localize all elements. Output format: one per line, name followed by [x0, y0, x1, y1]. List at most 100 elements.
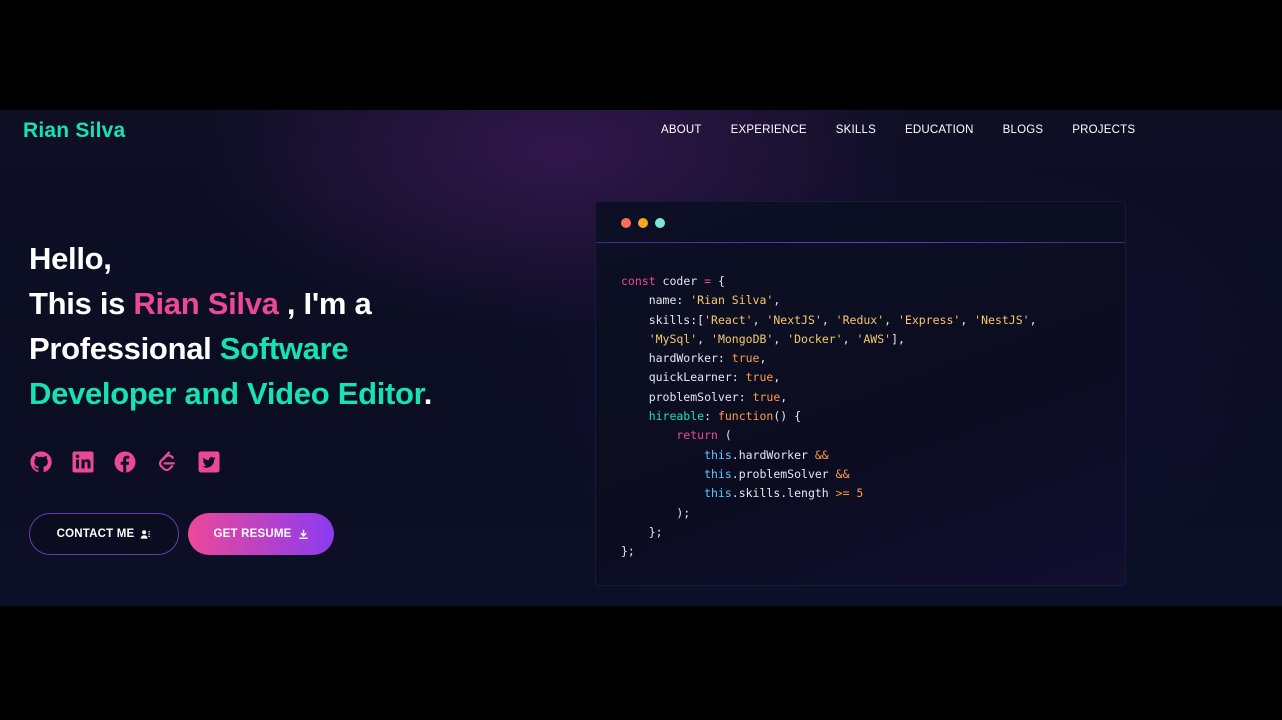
get-resume-label: GET RESUME — [213, 528, 292, 540]
code-token: 'AWS' — [856, 331, 892, 346]
nav-blogs[interactable]: BLOGS — [1003, 124, 1044, 136]
code-token: }; — [621, 524, 663, 539]
code-token: this — [621, 466, 732, 481]
hero-role-highlight-2: Developer and Video Editor — [29, 376, 424, 411]
hero-intro-suffix: , I'm a — [278, 286, 372, 321]
github-icon[interactable] — [29, 450, 53, 474]
code-token: && — [814, 447, 829, 462]
code-token: this — [621, 486, 732, 501]
code-token: , — [759, 351, 767, 366]
code-token: name: — [621, 293, 691, 308]
hero-heading: Hello, This is Rian Silva , I'm a Profes… — [29, 236, 432, 416]
social-links — [29, 450, 221, 474]
hero-line-2: This is Rian Silva , I'm a — [29, 281, 432, 326]
maximize-dot — [655, 218, 665, 228]
code-token: 'NestJS' — [974, 312, 1030, 327]
user-contact-icon — [141, 529, 151, 539]
code-token: hardWorker: — [621, 351, 732, 366]
nav-projects[interactable]: PROJECTS — [1072, 124, 1135, 136]
code-token: , — [842, 331, 857, 346]
linkedin-icon[interactable] — [71, 450, 95, 474]
close-dot — [621, 218, 631, 228]
code-token: .skills.length — [731, 486, 836, 501]
code-token: , — [1029, 312, 1037, 327]
letterbox-top — [0, 0, 1282, 110]
code-line: ); — [621, 504, 1037, 523]
code-line: hireable: function() { — [621, 407, 1037, 426]
code-token: quickLearner: — [621, 370, 746, 385]
code-token: , — [752, 312, 767, 327]
code-token: }; — [621, 544, 635, 559]
code-line: problemSolver: true, — [621, 388, 1037, 407]
code-line: }; — [621, 523, 1037, 542]
code-line: this.skills.length >= 5 — [621, 484, 1037, 503]
code-token: 5 — [849, 486, 864, 501]
nav-education[interactable]: EDUCATION — [905, 124, 974, 136]
hero-intro-text: This is — [29, 286, 134, 321]
hero-line-3: Professional Software — [29, 326, 432, 371]
code-token: 'Redux' — [835, 312, 885, 327]
code-token: 'Rian Silva' — [690, 293, 774, 308]
code-window-titlebar — [596, 202, 1125, 244]
code-token: , — [821, 312, 836, 327]
code-token: .problemSolver — [731, 466, 836, 481]
code-line: this.problemSolver && — [621, 465, 1037, 484]
minimize-dot — [638, 218, 648, 228]
code-token: , — [960, 312, 975, 327]
code-token: 'Express' — [898, 312, 961, 327]
code-line: quickLearner: true, — [621, 368, 1037, 387]
get-resume-button[interactable]: GET RESUME — [188, 513, 334, 555]
code-token: .hardWorker — [731, 447, 815, 462]
code-line: return ( — [621, 426, 1037, 445]
code-token: 'MySql' — [648, 331, 698, 346]
code-token: function — [717, 409, 774, 424]
code-line: name: 'Rian Silva', — [621, 291, 1037, 310]
code-token: , — [884, 312, 898, 327]
code-line: hardWorker: true, — [621, 349, 1037, 368]
nav-skills[interactable]: SKILLS — [836, 124, 876, 136]
window-dots — [621, 218, 665, 228]
code-token: 'React' — [704, 312, 753, 327]
code-token: skills:[ — [621, 312, 705, 327]
facebook-icon[interactable] — [113, 450, 137, 474]
leetcode-icon[interactable] — [155, 450, 179, 474]
portfolio-page: Rian Silva ABOUT EXPERIENCE SKILLS EDUCA… — [0, 110, 1282, 606]
code-line: this.hardWorker && — [621, 446, 1037, 465]
hero-name: Rian Silva — [133, 286, 279, 321]
code-window: const coder = { name: 'Rian Silva', skil… — [595, 201, 1126, 586]
code-token: , — [773, 370, 781, 385]
hero-role-suffix: . — [423, 376, 433, 411]
code-token: >= — [835, 486, 850, 501]
hero-role-highlight-1: Software — [219, 331, 349, 366]
code-token: 'NextJS' — [766, 312, 822, 327]
code-token: = — [704, 274, 712, 288]
contact-me-button[interactable]: CONTACT ME — [29, 513, 179, 555]
code-token: 'MongoDB' — [711, 331, 774, 346]
letterbox-bottom — [0, 606, 1282, 720]
code-line: }; — [621, 542, 1037, 561]
code-token: true — [731, 351, 760, 366]
code-token: : — [704, 409, 718, 424]
code-token: 'Docker' — [787, 331, 843, 346]
code-token: , — [780, 389, 788, 404]
code-token: () { — [773, 409, 802, 424]
site-logo[interactable]: Rian Silva — [23, 119, 125, 143]
code-token: problemSolver: — [621, 389, 753, 404]
code-token: hireable — [621, 409, 705, 424]
code-token: return — [621, 428, 718, 443]
twitter-icon[interactable] — [197, 450, 221, 474]
code-line: const coder = { — [621, 272, 1037, 291]
code-token: , — [697, 331, 712, 346]
code-token: true — [745, 370, 774, 385]
nav-experience[interactable]: EXPERIENCE — [731, 124, 807, 136]
code-token: this — [621, 447, 732, 462]
nav-about[interactable]: ABOUT — [661, 124, 702, 136]
code-token: , — [773, 331, 788, 346]
hero-role-prefix: Professional — [29, 331, 220, 366]
code-line: skills:['React', 'NextJS', 'Redux', 'Exp… — [621, 311, 1037, 330]
code-token: true — [752, 389, 781, 404]
hero-line-1: Hello, — [29, 241, 112, 276]
code-token: ], — [891, 331, 905, 346]
code-line: 'MySql', 'MongoDB', 'Docker', 'AWS'], — [621, 330, 1037, 349]
